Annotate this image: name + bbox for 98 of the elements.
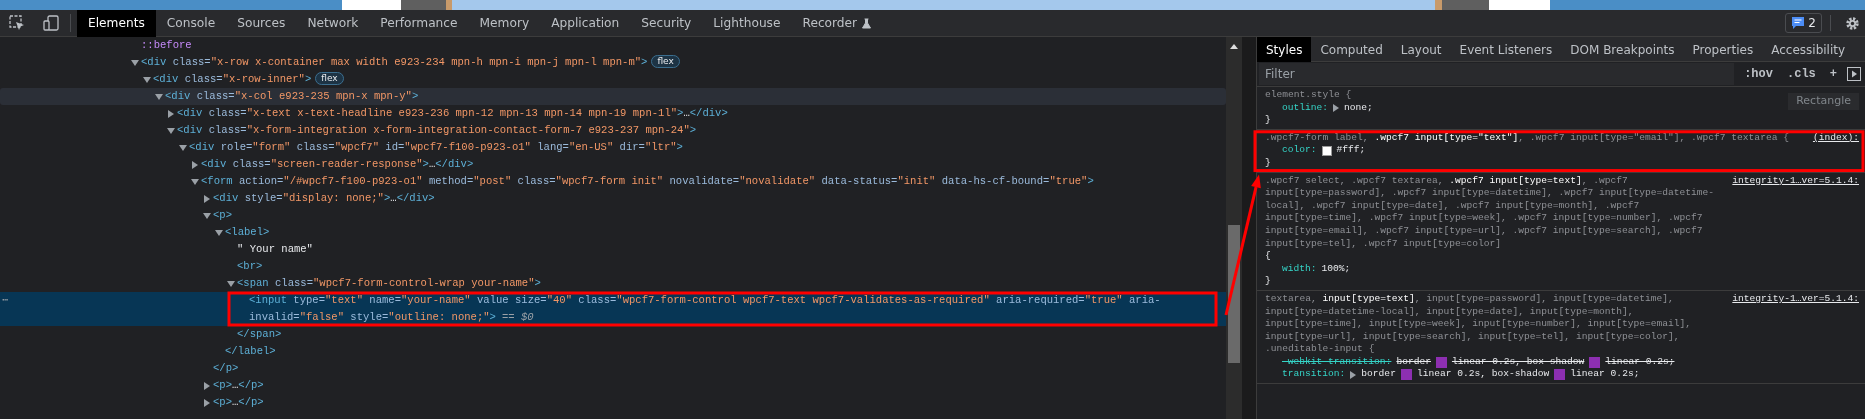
pane-splitter[interactable]: [1242, 37, 1256, 419]
panel-tab[interactable]: Security: [630, 9, 703, 37]
css-brace: {: [1265, 250, 1272, 263]
css-selector: .wpcf7-form label, .wpcf7 input[type="text"], .wpcf7 input[type="email"], .wpcf7 textarea {: [1265, 131, 1790, 145]
dom-tree-row[interactable]: <div class="x-text x-text-headline e923-236 mpn-12 mpn-13 mpn-14 mpn-19 mpn-1l">…</div>: [0, 105, 1226, 122]
sidebar-tab[interactable]: Styles: [1257, 37, 1312, 62]
dom-tree-row[interactable]: </label>: [0, 343, 1226, 360]
panel-tab[interactable]: Recorder: [791, 9, 884, 37]
css-property-name[interactable]: color:: [1282, 144, 1317, 157]
easing-curve-icon[interactable]: [1589, 356, 1601, 368]
expand-triangle-icon[interactable]: [204, 194, 210, 203]
easing-curve-icon[interactable]: [1400, 369, 1412, 381]
css-brace: }: [1265, 114, 1272, 127]
expand-triangle-icon[interactable]: [204, 398, 210, 407]
dom-tree-row[interactable]: <div style="display: none;">…</div>: [0, 190, 1226, 207]
dom-tree-row[interactable]: ::before: [0, 37, 1226, 54]
easing-curve-icon[interactable]: [1554, 369, 1566, 381]
css-property-name[interactable]: -webkit-transition:: [1282, 355, 1392, 369]
panel-tab[interactable]: Network: [296, 9, 370, 37]
css-property-value[interactable]: linear 0.2s, box-shadow: [1416, 368, 1550, 382]
dom-tree-row[interactable]: " Your name": [0, 241, 1226, 258]
dom-tree-row[interactable]: <div class="x-row-inner"> flex: [0, 71, 1226, 88]
hint-label: Rectangle: [1788, 93, 1859, 110]
settings-icon[interactable]: [1844, 15, 1860, 31]
filter-toolbar-button[interactable]: .cls: [1783, 65, 1820, 83]
inspect-element-icon[interactable]: [9, 15, 25, 31]
expand-triangle-icon[interactable]: [191, 178, 199, 185]
sidebar-tab[interactable]: Computed: [1311, 37, 1392, 62]
chat-icon: [1791, 16, 1806, 30]
css-property-name[interactable]: outline:: [1282, 101, 1329, 115]
flex-badge[interactable]: flex: [651, 55, 680, 68]
source-link[interactable]: integrity-1…ver=5.1.4:: [1732, 174, 1859, 188]
expand-triangle-icon[interactable]: [143, 76, 151, 83]
dom-tree-row[interactable]: <p>…</p>: [0, 394, 1226, 411]
expand-triangle-icon[interactable]: [1350, 370, 1357, 379]
css-property-value[interactable]: #fff;: [1336, 144, 1366, 157]
color-swatch-icon[interactable]: [1321, 145, 1332, 156]
css-property-name[interactable]: width:: [1282, 262, 1317, 276]
dom-tree-row[interactable]: <div class="screen-reader-response">…</div>: [0, 156, 1226, 173]
scrollbar-thumb[interactable]: [1228, 225, 1240, 363]
dom-tree-row[interactable]: </span>: [0, 326, 1226, 343]
dom-tree-row[interactable]: <br>: [0, 258, 1226, 275]
expand-triangle-icon[interactable]: [1333, 103, 1340, 112]
expand-triangle-icon[interactable]: [227, 280, 235, 287]
easing-curve-icon[interactable]: [1435, 356, 1447, 368]
filter-toolbar-button[interactable]: +: [1825, 65, 1841, 83]
dom-tree-row[interactable]: <div class="x-form-integration x-form-integration-contact-form-7 e923-237 mpn-24">: [0, 122, 1226, 139]
panel-tab[interactable]: Application: [540, 9, 631, 37]
expand-triangle-icon[interactable]: [167, 127, 175, 134]
css-selector: element.style {: [1265, 89, 1353, 102]
dom-tree-row[interactable]: <div role="form" class="wpcf7" id="wpcf7-f100-p923-o1" lang="en-US" dir="ltr">: [0, 139, 1226, 156]
dom-tree-row[interactable]: <form action="/#wpcf7-f100-p923-o1" method="post" class="wpcf7-form init" novalidate="novalidate" data-status="init" data-hs-cf-bound="true">: [0, 173, 1226, 190]
css-property-value[interactable]: border: [1361, 368, 1396, 382]
dom-tree-row[interactable]: <label>: [0, 224, 1226, 241]
css-property-value[interactable]: linear 0.2s, box-shadow: [1451, 355, 1585, 369]
css-property-value[interactable]: linear 0.2s;: [1570, 368, 1640, 382]
css-selector: textarea, input[type=text], input[type=password], input[type=datetime], input[type=datetime-local], input[type=date], input[type=month], input[type=time], input[type=week], input[type=number], input[type=email], input[type=url], input[type=search], input[type=tel], input[type=color], .uneditable-input {: [1265, 292, 1693, 356]
panel-tab[interactable]: Console: [155, 9, 227, 37]
css-property-value[interactable]: none;: [1344, 101, 1373, 115]
expand-triangle-icon[interactable]: [168, 109, 174, 118]
sidebar-tab[interactable]: Event Listeners: [1450, 37, 1562, 62]
expand-triangle-icon[interactable]: [215, 229, 223, 236]
panel-tab[interactable]: Sources: [226, 9, 297, 37]
css-property-value[interactable]: linear 0.2s;: [1605, 355, 1675, 369]
filter-field[interactable]: Filter: [1259, 63, 1735, 85]
dom-tree-row[interactable]: <p>: [0, 207, 1226, 224]
expand-triangle-icon[interactable]: [192, 160, 198, 169]
panel-tab[interactable]: Memory: [468, 9, 541, 37]
expand-triangle-icon[interactable]: [203, 212, 211, 219]
dom-tree-row[interactable]: <div class="x-row x-container max width e923-234 mpn-h mpn-i mpn-j mpn-l mpn-m"> flex: [0, 54, 1226, 71]
sidebar-tab[interactable]: DOM Breakpoints: [1561, 37, 1684, 62]
device-toolbar-icon[interactable]: [43, 15, 59, 31]
dom-tree-row[interactable]: <span class="wpcf7-form-control-wrap your-name">: [0, 275, 1226, 292]
sidebar-tab[interactable]: Properties: [1683, 37, 1763, 62]
expand-triangle-icon[interactable]: [155, 93, 163, 100]
panel-tab[interactable]: Lighthouse: [702, 9, 792, 37]
dom-tree-row[interactable]: </p>: [0, 360, 1226, 377]
panel-tab[interactable]: Elements: [77, 9, 156, 37]
filter-toolbar-button[interactable]: :hov: [1740, 65, 1777, 83]
sidebar-tab[interactable]: Layout: [1391, 37, 1451, 62]
css-brace: }: [1265, 275, 1272, 288]
css-property-name[interactable]: transition:: [1282, 368, 1346, 382]
source-link[interactable]: (index):: [1812, 131, 1859, 145]
flex-badge[interactable]: flex: [315, 72, 344, 85]
dom-tree-row[interactable]: <p>…</p>: [0, 377, 1226, 394]
expand-triangle-icon[interactable]: [204, 381, 210, 390]
css-property-value[interactable]: border: [1396, 355, 1431, 369]
pane-toggle-icon[interactable]: [1847, 67, 1861, 81]
issues-button[interactable]: 2: [1785, 13, 1822, 33]
source-link[interactable]: integrity-1…ver=5.1.4:: [1732, 292, 1859, 306]
panel-tab[interactable]: Performance: [369, 9, 469, 37]
css-brace: }: [1265, 156, 1272, 170]
dom-tree-row[interactable]: <div class="x-col e923-235 mpn-x mpn-y">: [0, 88, 1226, 105]
css-selector: .wpcf7 select, .wpcf7 textarea, .wpcf7 input[type=text], .wpcf7 input[type=password], .wpcf7 input[type=datetime], .wpcf7 input[type=datetime-local], .wpcf7 input[type=date], .wpcf7 input[type=month], .wpcf7 input[type=time], .wpcf7 input[type=week], .wpcf7 input[type=number], .wpcf7 input[type=email], .wpcf7 input[type=url], .wpcf7 input[type=search], .wpcf7 input[type=tel], .wpcf7 input[type=color]: [1265, 174, 1716, 251]
expand-triangle-icon[interactable]: [131, 59, 139, 66]
expand-triangle-icon[interactable]: [179, 144, 187, 151]
css-property-value[interactable]: 100%;: [1321, 262, 1351, 276]
sidebar-tab[interactable]: Accessibility: [1762, 37, 1855, 62]
